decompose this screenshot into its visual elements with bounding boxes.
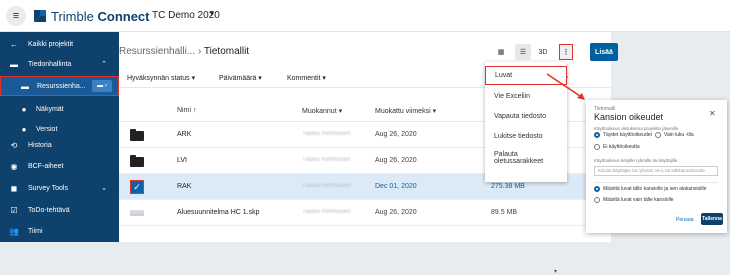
project-caret-icon[interactable]: ▼ — [208, 9, 216, 18]
sidebar-item-label: Näkymät — [36, 105, 64, 113]
folder-icon — [130, 155, 144, 167]
team-icon: 👥 — [9, 226, 19, 236]
radio-read-only[interactable] — [655, 132, 661, 138]
sidebar-item-label: Tiimi — [28, 227, 43, 235]
circle-icon: ● — [21, 104, 27, 114]
history-icon: ⟲ — [10, 140, 18, 150]
sidebar-item-survey-tools[interactable]: ◼ Survey Tools ⌄ — [0, 178, 119, 198]
sidebar-item-label: Resurssienha... — [37, 82, 86, 90]
menu-item-lock-file[interactable]: Lukitse tiedosto — [485, 127, 567, 146]
user-search-input[interactable]: Kirjoita käyttäjän tai ryhmän nimi, tai … — [594, 166, 718, 176]
check-square-icon: ☑ — [10, 205, 18, 215]
sidebar: ← Kaikki projektit ▬ Tiedonhallinta ⌃ ▬ … — [0, 32, 119, 242]
sidebar-item-label: Tiedonhallinta — [28, 60, 72, 68]
filter-date[interactable]: Päivämäärä ▾ — [219, 74, 262, 82]
sidebar-item-label: BCF-aiheet — [28, 162, 64, 170]
cancel-button[interactable]: Peruuta — [676, 217, 694, 223]
breadcrumb-parent[interactable]: Resurssienhalli... — [119, 46, 195, 57]
save-button[interactable]: Tallenna — [701, 213, 723, 225]
breadcrumb: Resurssienhalli... › Tietomallit — [119, 46, 249, 57]
row-date: Aug 26, 2020 — [375, 209, 417, 216]
trimble-logo-icon — [34, 10, 46, 22]
row-date: Aug 26, 2020 — [375, 157, 417, 164]
scroll-indicator-icon[interactable]: ▾ — [554, 268, 557, 275]
sidebar-item-label: Historia — [28, 141, 52, 149]
sidebar-item-views[interactable]: ● Näkymät — [0, 99, 119, 119]
row-size: 89.5 MB — [491, 209, 518, 216]
arrow-left-icon: ← — [10, 39, 18, 49]
group-access-label: Käyttöoikeus tietyille ryhmille tai käyt… — [594, 158, 678, 163]
sidebar-item-label: Survey Tools — [28, 184, 68, 192]
hamburger-menu-icon[interactable]: ≡ — [6, 6, 26, 26]
row-name[interactable]: LVI — [177, 157, 187, 164]
folder-permissions-panel: Tietomalli Kansion oikeudet ✕ Käyttöoike… — [586, 100, 727, 233]
trimble-connect-logo: Trimble Connect — [34, 8, 149, 24]
row-name[interactable]: RAK — [177, 183, 191, 190]
location-pin-icon: ◉ — [10, 161, 18, 171]
sidebar-item-history[interactable]: ⟲ Historia — [0, 135, 119, 155]
3d-view-button[interactable]: 3D — [536, 44, 550, 60]
sidebar-item-bcf[interactable]: ◉ BCF-aiheet — [0, 156, 119, 176]
chevron-up-icon[interactable]: ⌃ — [101, 60, 107, 68]
sidebar-item-data-management[interactable]: ▬ Tiedonhallinta ⌃ — [0, 54, 119, 74]
radio-full-access[interactable] — [594, 132, 600, 138]
row-size: 275.38 MB — [491, 183, 525, 190]
folder-icon: ▬ — [10, 59, 18, 69]
circle-icon: ● — [21, 124, 27, 134]
more-options-button[interactable]: ⋮ — [559, 44, 573, 60]
sidebar-item-team[interactable]: 👥 Tiimi — [0, 221, 119, 241]
radio-no-access[interactable] — [594, 144, 600, 150]
row-modifier: Tiaanu Rehhusieri — [302, 157, 351, 163]
chevron-down-icon[interactable]: ⌄ — [101, 184, 107, 192]
no-access-label: Ei käyttöoikeutta — [603, 144, 640, 150]
row-date: Aug 26, 2020 — [375, 131, 417, 138]
brand-name: Trimble Connect — [51, 8, 150, 24]
sidebar-item-label: Versiot — [36, 125, 58, 133]
pointer-arrow-icon — [546, 73, 585, 100]
full-access-label: Täydet käyttöoikeudet — [603, 132, 652, 138]
folder-more-icon[interactable]: ▬ › — [92, 80, 112, 92]
folder-icon — [130, 129, 144, 141]
read-only-label: Vain luku -tila — [664, 132, 694, 138]
sidebar-item-label: Kaikki projektit — [28, 40, 74, 48]
sidebar-item-all-projects[interactable]: ← Kaikki projektit — [0, 34, 119, 54]
top-bar: ≡ Trimble Connect TC Demo 2020 ▼ — [0, 0, 730, 32]
row-modifier: Tiaanu Rehhusieri — [302, 209, 351, 215]
add-button[interactable]: Lisää — [590, 43, 618, 61]
radio-apply-this-only[interactable] — [594, 197, 600, 203]
default-access-label: Käyttöoikeus oletuksena projektin jäseni… — [594, 126, 679, 131]
apply-this-only-label: Määritä luvat vain tälle kansiolle — [603, 197, 674, 203]
sidebar-item-label: ToDo-tehtävä — [28, 206, 70, 214]
panel-divider — [594, 182, 718, 183]
menu-item-reset-columns[interactable]: Palauta oletussarakkeet — [485, 148, 567, 167]
row-modifier: Tiaanu Rehhusieri — [302, 131, 351, 137]
list-view-icon[interactable]: ☰ — [515, 44, 531, 60]
row-date: Dec 01, 2020 — [375, 183, 417, 190]
breadcrumb-separator: › — [197, 46, 202, 57]
menu-item-release-file[interactable]: Vapauta tiedosto — [485, 107, 567, 126]
radio-apply-subfolders[interactable] — [594, 186, 600, 192]
panel-title: Kansion oikeudet — [594, 112, 664, 122]
row-checkbox[interactable]: ✓ — [130, 180, 144, 194]
file-thumbnail — [130, 210, 144, 216]
col-name[interactable]: Nimi ↑ — [177, 107, 196, 114]
folder-icon: ▬ — [21, 81, 29, 91]
filter-comments[interactable]: Kommentit ▾ — [287, 74, 326, 82]
row-name[interactable]: ARK — [177, 131, 191, 138]
sidebar-item-resources[interactable]: ▬ Resurssienha... ▬ › — [0, 76, 119, 96]
grid-view-icon[interactable]: ▦ — [494, 44, 508, 60]
survey-icon: ◼ — [10, 183, 18, 193]
col-modifier[interactable]: Muokannut ▾ — [302, 107, 342, 115]
table-row[interactable]: Aluesuunnitelma HC 1.skp Tiaanu Rehhusie… — [119, 200, 611, 226]
breadcrumb-current: Tietomallit — [203, 46, 250, 57]
col-modified[interactable]: Muokattu viimeksi ▾ — [375, 107, 436, 115]
apply-subfolders-label: Määritä luvat tälle kansiolle ja sen ala… — [603, 186, 707, 192]
row-modifier: Tiaanu Rehhusieri — [302, 183, 351, 189]
close-icon[interactable]: ✕ — [709, 109, 716, 118]
row-name[interactable]: Aluesuunnitelma HC 1.skp — [177, 209, 260, 216]
filter-approval-status[interactable]: Hyväksynnän status ▾ — [127, 74, 195, 82]
sidebar-item-todo[interactable]: ☑ ToDo-tehtävä — [0, 200, 119, 220]
